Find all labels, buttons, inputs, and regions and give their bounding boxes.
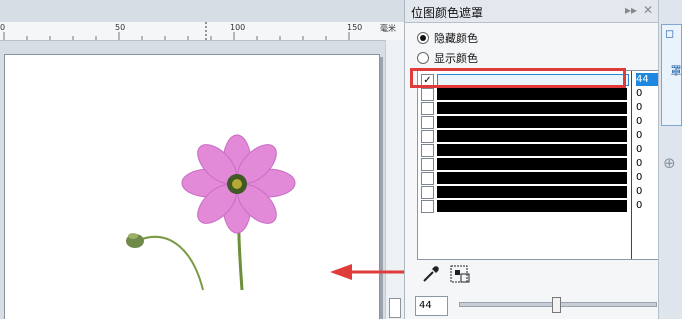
panel-tools — [421, 264, 471, 289]
list-item[interactable]: 0 — [418, 129, 658, 143]
tolerance-value: 0 — [636, 158, 643, 169]
tolerance-value: 0 — [636, 102, 643, 113]
row-checkbox[interactable] — [421, 200, 434, 213]
color-swatch[interactable] — [437, 186, 627, 198]
radio-show-label: 显示颜色 — [434, 52, 478, 65]
tolerance-slider[interactable] — [459, 297, 657, 313]
close-icon[interactable]: ✕ — [643, 3, 653, 17]
row-checkbox[interactable] — [421, 144, 434, 157]
bitmap-color-mask-panel: 位图颜色遮罩 ▸▸ ✕ 隐藏颜色 显示颜色 ✓ 44 0 0 0 0 0 0 0… — [404, 0, 659, 319]
tolerance-value: 0 — [636, 130, 643, 141]
tolerance-value: 0 — [636, 88, 643, 99]
list-item[interactable]: 0 — [418, 171, 658, 185]
docker-tab-label: 位图颜色遮罩 — [669, 65, 682, 76]
tolerance-value: 0 — [636, 116, 643, 127]
add-icon[interactable]: ⊕ — [663, 154, 676, 172]
ruler-label-150: 150 — [347, 23, 363, 32]
radio-selected-icon[interactable] — [417, 32, 429, 44]
docker-icon: ◻ — [665, 27, 675, 40]
color-swatch[interactable] — [437, 172, 627, 184]
ruler-ticks — [3, 22, 350, 40]
color-swatch[interactable] — [437, 116, 627, 128]
row-checkbox[interactable] — [421, 158, 434, 171]
row-checkbox[interactable] — [421, 88, 434, 101]
slider-knob[interactable] — [552, 297, 561, 313]
docker-tab-strip: ◻ 位图颜色遮罩 ⊕ — [658, 0, 682, 319]
radio-hide-colors[interactable]: 隐藏颜色 — [417, 30, 478, 46]
tolerance-value: 0 — [636, 200, 643, 211]
radio-show-colors[interactable]: 显示颜色 — [417, 50, 478, 66]
color-swatch[interactable] — [437, 88, 627, 100]
color-swatch[interactable] — [437, 200, 627, 212]
horizontal-ruler: 0 50 100 150 毫米 — [0, 22, 404, 41]
row-checkbox[interactable] — [421, 102, 434, 115]
color-swatch[interactable] — [437, 130, 627, 142]
list-item[interactable]: 0 — [418, 199, 658, 213]
list-item[interactable]: 0 — [418, 157, 658, 171]
list-item[interactable]: 0 — [418, 115, 658, 129]
pin-icon[interactable]: ▸▸ — [625, 3, 637, 17]
radio-hide-label: 隐藏颜色 — [434, 32, 478, 45]
document-page[interactable] — [4, 54, 380, 319]
scrollbar-thumb[interactable] — [389, 298, 401, 318]
panel-header: 位图颜色遮罩 ▸▸ ✕ — [405, 0, 659, 23]
tolerance-value: 0 — [636, 186, 643, 197]
list-item[interactable]: 0 — [418, 101, 658, 115]
color-swatch[interactable] — [437, 144, 627, 156]
list-item[interactable]: 0 — [418, 87, 658, 101]
color-mask-list[interactable]: ✓ 44 0 0 0 0 0 0 0 0 0 — [417, 70, 659, 260]
red-highlight-box — [410, 68, 626, 88]
row-checkbox[interactable] — [421, 172, 434, 185]
row-checkbox[interactable] — [421, 130, 434, 143]
ruler-label-50: 50 — [115, 23, 126, 32]
eyedropper-icon[interactable] — [421, 264, 441, 289]
tolerance-value: 0 — [636, 172, 643, 183]
docker-tab[interactable]: ◻ 位图颜色遮罩 — [661, 24, 682, 126]
list-item[interactable]: 0 — [418, 143, 658, 157]
flower-image[interactable] — [5, 55, 379, 319]
color-swatch[interactable] — [437, 102, 627, 114]
panel-title: 位图颜色遮罩 — [411, 6, 484, 20]
radio-unselected-icon[interactable] — [417, 52, 429, 64]
color-swatch[interactable] — [437, 158, 627, 170]
ruler-unit: 毫米 — [380, 24, 396, 33]
ruler-label-100: 100 — [230, 23, 246, 32]
color-grid-icon[interactable] — [449, 264, 471, 289]
ruler-label-0: 0 — [0, 23, 6, 32]
row-checkbox[interactable] — [421, 116, 434, 129]
list-item[interactable]: 0 — [418, 185, 658, 199]
tolerance-input[interactable]: 44 — [415, 296, 448, 316]
tolerance-value: 0 — [636, 144, 643, 155]
row-checkbox[interactable] — [421, 186, 434, 199]
tolerance-value: 44 — [636, 73, 658, 86]
